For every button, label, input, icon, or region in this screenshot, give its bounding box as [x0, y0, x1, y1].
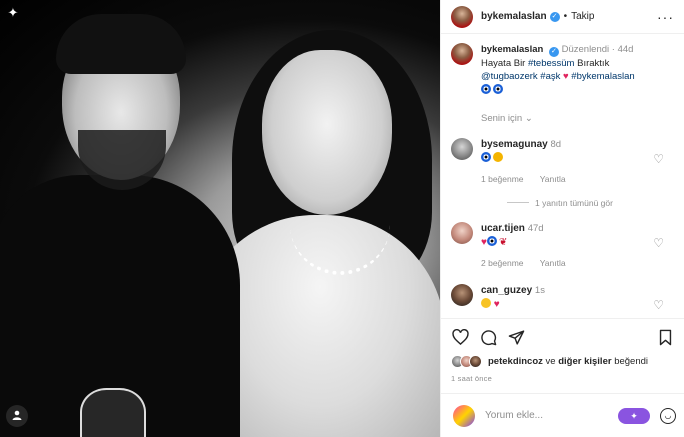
caption-text-1: Hayata Bir: [481, 58, 528, 69]
post-timestamp: 1 saat önce: [451, 374, 492, 383]
reply-button[interactable]: Yanıtla: [540, 174, 566, 184]
commenter-username[interactable]: ucar.tijen: [481, 223, 525, 234]
commenter-avatar[interactable]: [451, 138, 473, 160]
author-avatar[interactable]: [451, 5, 473, 28]
comment-item: ucar.tijen 47d ♥ ❦ 2 beğenme Yanıtla ♡: [451, 222, 674, 270]
comment-age: 1s: [534, 285, 545, 296]
comment-emojis: [481, 152, 674, 165]
action-bar: [451, 327, 674, 347]
view-replies-label: 1 yanıtın tümünü gör: [535, 198, 613, 208]
person-icon[interactable]: [6, 405, 28, 427]
comment-like-count[interactable]: 2 beğenme: [481, 258, 524, 268]
comment-composer: ✦ ◡: [441, 393, 684, 437]
caption-edited: Düzenlendi: [561, 44, 610, 55]
comment-item: can_guzey 1s ♥ ♡: [451, 284, 674, 312]
photo-woman-face: [262, 50, 392, 215]
view-replies[interactable]: 1 yanıtın tümünü gör: [507, 198, 674, 208]
follow-button[interactable]: Takip: [571, 11, 594, 22]
hands-emoji: [493, 152, 503, 162]
smiley-icon[interactable]: ◡: [660, 407, 676, 424]
for-you-filter[interactable]: Senin için ⌄: [481, 113, 674, 124]
chevron-down-icon: ⌄: [524, 113, 533, 124]
reply-button[interactable]: Yanıtla: [540, 258, 566, 268]
photo-man-hair: [56, 14, 186, 74]
heart-icon[interactable]: ♡: [653, 152, 664, 166]
caption-age: 44d: [617, 44, 634, 55]
commenter-username[interactable]: can_guzey: [481, 285, 532, 296]
comment-icon[interactable]: [479, 328, 497, 346]
red-heart-emoji: ♥: [481, 237, 487, 248]
liked-by-text: petekdincoz ve diğer kişiler beğendi: [488, 356, 648, 367]
comment-item: bysemagunay 8d 1 beğenme Yanıtla ♡: [451, 138, 674, 186]
red-heart-emoji: ♥: [563, 71, 569, 82]
post-side-panel: bykemalaslan ✓ • Takip ··· bykemalaslan …: [440, 0, 684, 437]
commenter-username[interactable]: bysemagunay: [481, 139, 548, 150]
liked-by-conj: ve: [542, 356, 559, 367]
evil-eye-emoji: [493, 84, 503, 94]
send-icon[interactable]: [507, 328, 525, 346]
post-photo[interactable]: ✦: [0, 0, 440, 437]
evil-eye-emojis: [481, 84, 674, 97]
sparkle-icon: ✦: [7, 5, 19, 20]
comment-input[interactable]: [485, 410, 618, 421]
comment-actions: 2 beğenme Yanıtla: [481, 257, 674, 270]
post-header: bykemalaslan ✓ • Takip ···: [441, 0, 684, 34]
comment-actions: 1 beğenme Yanıtla: [481, 173, 674, 186]
caption-row: bykemalaslan ✓ Düzenlendi · 44d Hayata B…: [451, 43, 674, 97]
rose-emoji: ❦: [498, 237, 508, 248]
red-heart-emoji: ♥: [493, 299, 500, 310]
commenter-avatar[interactable]: [451, 284, 473, 306]
verified-badge-icon: ✓: [549, 11, 560, 22]
comment-emojis: ♥: [481, 298, 674, 311]
liked-by-others[interactable]: diğer kişiler: [558, 356, 611, 367]
comment-emojis: ♥ ❦: [481, 236, 674, 249]
header-separator: •: [563, 11, 568, 22]
comment-like-count[interactable]: 1 beğenme: [481, 174, 524, 184]
author-username[interactable]: bykemalaslan: [481, 11, 547, 22]
caption-body: bykemalaslan ✓ Düzenlendi · 44d Hayata B…: [481, 43, 674, 97]
photo-wine-glass: [80, 388, 146, 437]
more-options-icon[interactable]: ···: [657, 9, 674, 25]
caption-username[interactable]: bykemalaslan: [481, 44, 543, 55]
hashtag-link[interactable]: #bykemalaslan: [571, 71, 634, 82]
liker-username[interactable]: petekdincoz: [488, 356, 543, 367]
mention-link[interactable]: @tugbaozerk: [481, 71, 538, 82]
caption-text-2: Bıraktık: [574, 58, 610, 69]
bookmark-icon[interactable]: [656, 328, 674, 346]
comment-age: 8d: [550, 139, 562, 150]
replies-divider: [507, 202, 529, 203]
comments-scroll-area[interactable]: bykemalaslan ✓ Düzenlendi · 44d Hayata B…: [441, 35, 684, 315]
hashtag-link[interactable]: #aşk: [540, 71, 560, 82]
comment-age: 47d: [527, 223, 544, 234]
liked-by-suffix: beğendi: [611, 356, 649, 367]
comment-body: ucar.tijen 47d ♥ ❦ 2 beğenme Yanıtla: [481, 222, 674, 270]
ai-sparkle-button[interactable]: ✦: [618, 407, 650, 424]
comment-body: can_guzey 1s ♥: [481, 284, 674, 311]
comment-body: bysemagunay 8d 1 beğenme Yanıtla: [481, 138, 674, 186]
verified-badge-icon: ✓: [548, 47, 559, 57]
caption-avatar[interactable]: [451, 43, 473, 65]
evil-eye-emoji: [481, 152, 491, 162]
evil-eye-emoji: [481, 84, 491, 94]
post-footer: petekdincoz ve diğer kişiler beğendi 1 s…: [441, 318, 684, 383]
liked-by: petekdincoz ve diğer kişiler beğendi: [451, 355, 674, 368]
evil-eye-emoji: [486, 236, 497, 246]
heart-icon[interactable]: ♡: [653, 298, 664, 312]
hashtag-link[interactable]: #tebessüm: [528, 58, 574, 69]
smiling-face-emoji: [481, 298, 491, 308]
current-user-avatar: [453, 404, 475, 427]
heart-icon[interactable]: [451, 328, 469, 346]
commenter-avatar[interactable]: [451, 222, 473, 244]
liker-avatars: [451, 355, 482, 368]
for-you-label: Senin için: [481, 113, 523, 124]
liker-avatar: [469, 355, 482, 368]
heart-icon[interactable]: ♡: [653, 236, 664, 250]
